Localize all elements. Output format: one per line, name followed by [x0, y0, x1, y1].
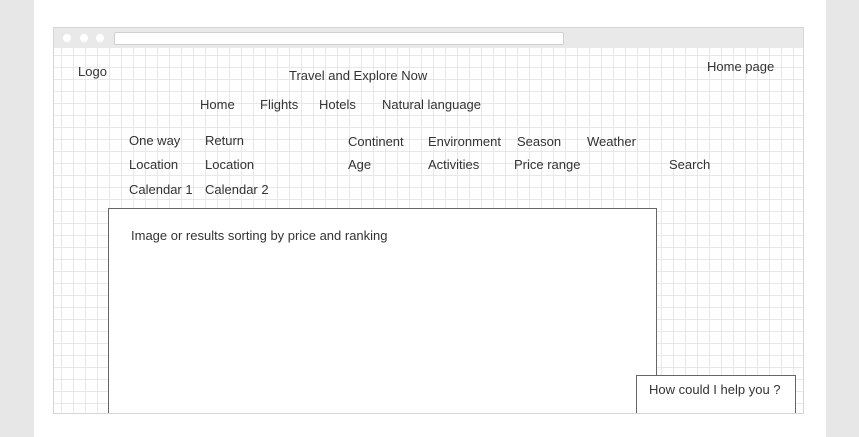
filter-activities[interactable]: Activities: [428, 157, 479, 172]
results-placeholder-text: Image or results sorting by price and ra…: [131, 228, 388, 243]
window-minimize-dot-icon[interactable]: [80, 34, 88, 42]
search-button[interactable]: Search: [669, 157, 710, 172]
window-maximize-dot-icon[interactable]: [96, 34, 104, 42]
filter-age[interactable]: Age: [348, 157, 371, 172]
browser-window: Logo Travel and Explore Now Home page Ho…: [53, 27, 804, 414]
window-close-dot-icon[interactable]: [63, 34, 71, 42]
page-viewport: Logo Travel and Explore Now Home page Ho…: [54, 48, 803, 413]
address-bar[interactable]: [114, 32, 564, 45]
destination-location-field[interactable]: Location: [205, 157, 254, 172]
filter-weather[interactable]: Weather: [587, 134, 636, 149]
browser-titlebar: [54, 28, 803, 48]
calendar-1-field[interactable]: Calendar 1: [129, 182, 193, 197]
trip-type-return[interactable]: Return: [205, 133, 244, 148]
calendar-2-field[interactable]: Calendar 2: [205, 182, 269, 197]
chat-prompt-text: How could I help you ?: [649, 382, 781, 397]
nav-item-flights[interactable]: Flights: [260, 97, 298, 112]
nav-item-hotels[interactable]: Hotels: [319, 97, 356, 112]
chat-assistant-box[interactable]: How could I help you ?: [636, 375, 796, 413]
site-logo[interactable]: Logo: [78, 64, 107, 79]
nav-item-natural-language[interactable]: Natural language: [382, 97, 481, 112]
filter-season[interactable]: Season: [517, 134, 561, 149]
filter-environment[interactable]: Environment: [428, 134, 501, 149]
site-title: Travel and Explore Now: [289, 68, 428, 83]
filter-price-range[interactable]: Price range: [514, 157, 580, 172]
filter-continent[interactable]: Continent: [348, 134, 404, 149]
nav-item-home[interactable]: Home: [200, 97, 235, 112]
home-page-link[interactable]: Home page: [707, 59, 774, 74]
trip-type-one-way[interactable]: One way: [129, 133, 180, 148]
origin-location-field[interactable]: Location: [129, 157, 178, 172]
results-panel: Image or results sorting by price and ra…: [108, 208, 657, 413]
